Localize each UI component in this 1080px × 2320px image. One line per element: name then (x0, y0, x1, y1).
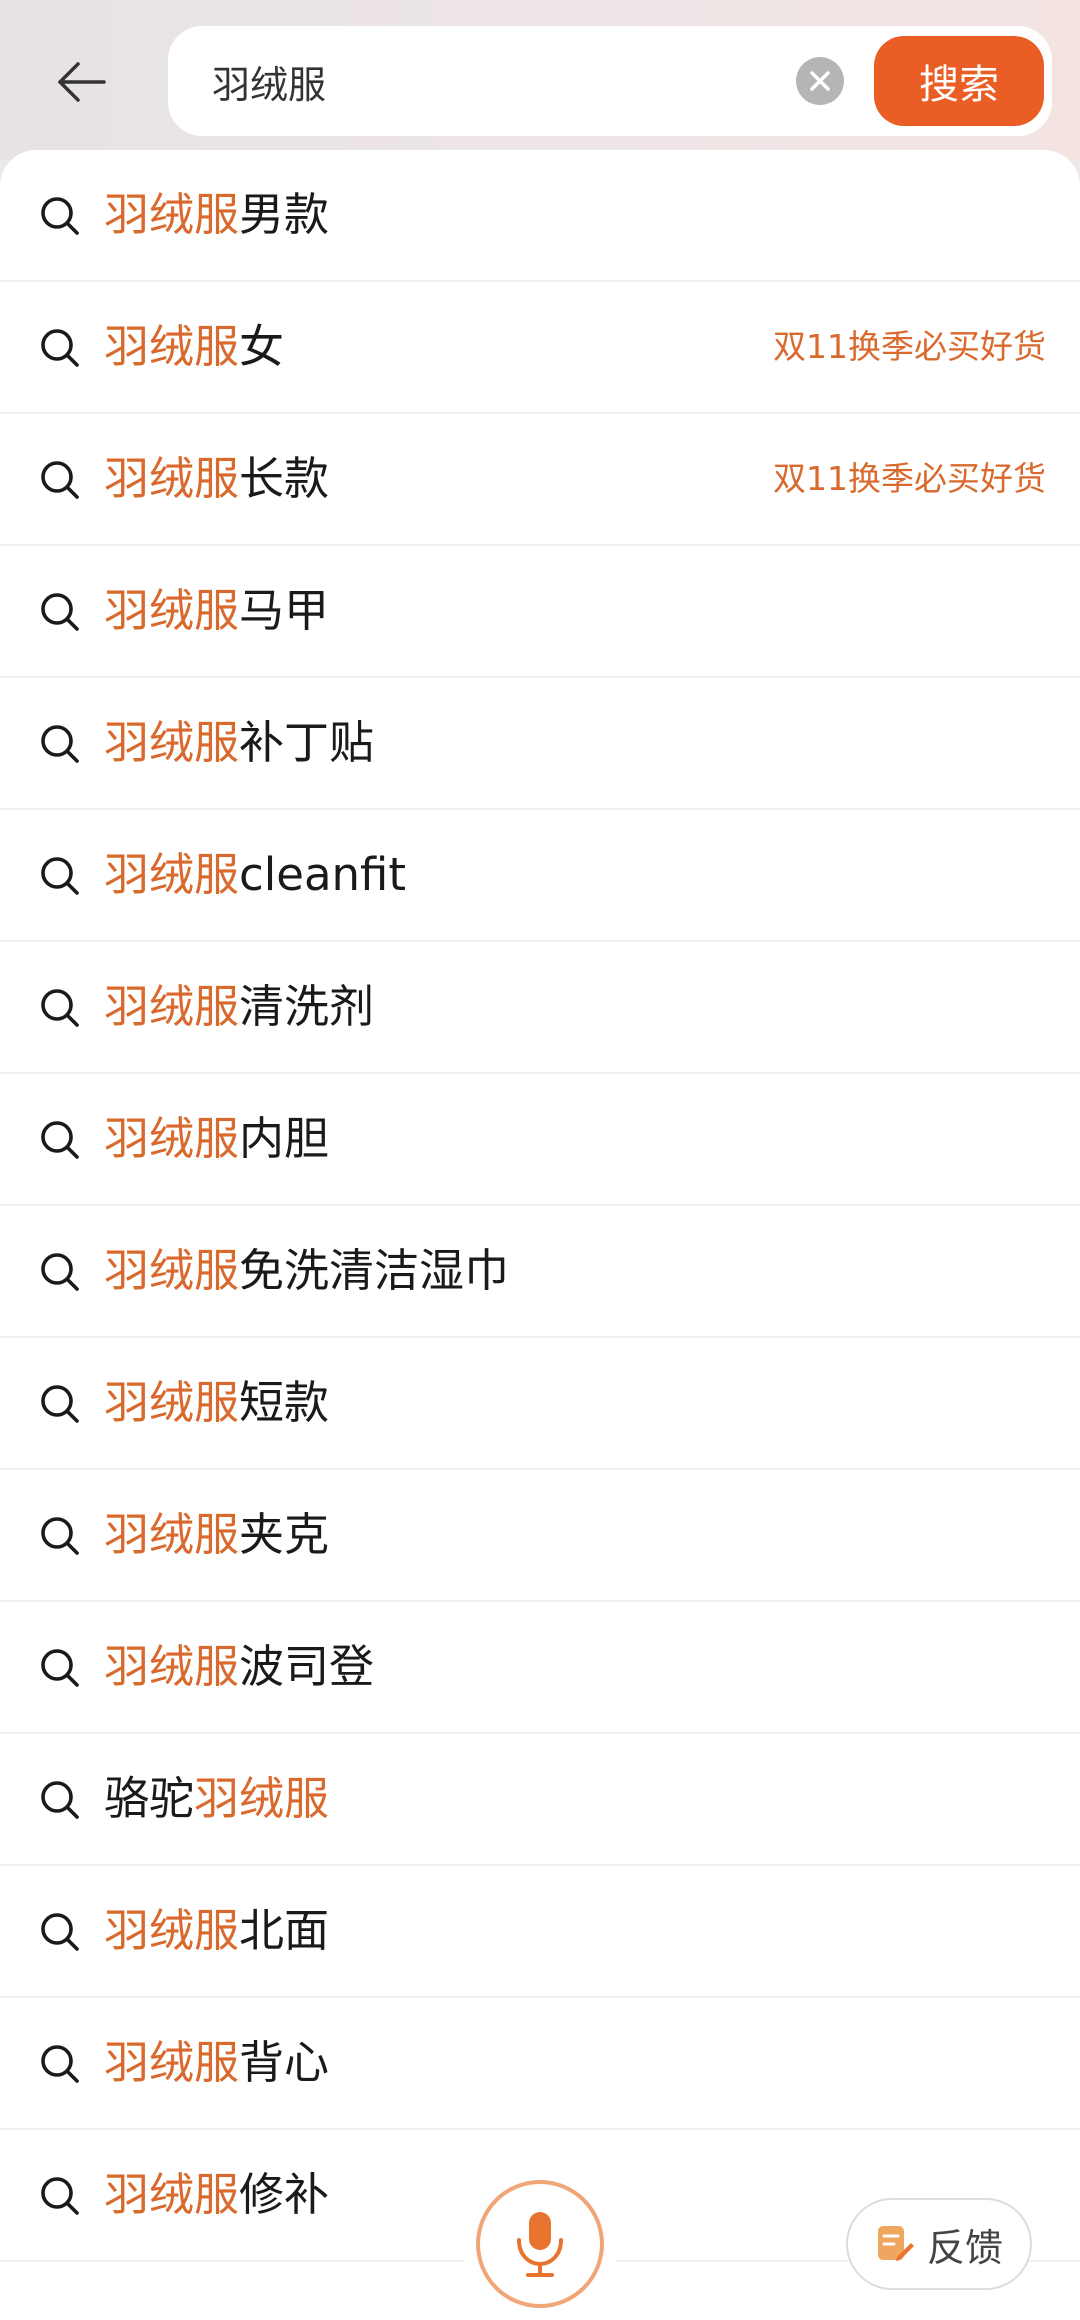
microphone-icon (517, 2212, 563, 2277)
suggestion-suffix: 短款 (239, 1376, 330, 1429)
suggestion-suffix: 内胆 (239, 1112, 330, 1165)
suggestion-highlight: 羽绒服 (104, 1376, 240, 1429)
promo-tag: 双11换季必买好货 (773, 459, 1046, 498)
suggestion-highlight: 羽绒服 (104, 452, 240, 505)
suggestion-item[interactable]: 羽绒服女 双11换季必买好货 (0, 282, 1080, 414)
suggestion-suffix: 清洗剂 (239, 980, 375, 1033)
clear-button[interactable] (796, 57, 844, 105)
search-icon (38, 1382, 82, 1426)
suggestion-item[interactable]: 羽绒服cleanfit (0, 810, 1080, 942)
suggestion-item[interactable]: 羽绒服波司登 (0, 1602, 1080, 1734)
suggestion-item[interactable]: 羽绒服夹克 (0, 1470, 1080, 1602)
suggestion-suffix: 北面 (239, 1904, 330, 1957)
search-icon (38, 326, 82, 370)
voice-search-button[interactable] (476, 2180, 604, 2308)
suggestion-highlight: 羽绒服 (104, 848, 240, 901)
search-icon (38, 1118, 82, 1162)
search-icon (38, 2042, 82, 2086)
search-icon (38, 986, 82, 1030)
suggestion-suffix: 修补 (239, 2168, 330, 2221)
search-icon (38, 2174, 82, 2218)
search-icon (38, 722, 82, 766)
suggestion-suffix: 男款 (239, 188, 330, 241)
suggestion-highlight: 羽绒服 (104, 1244, 240, 1297)
suggestion-text: 羽绒服女 (104, 281, 284, 413)
suggestion-text: 羽绒服补丁贴 (104, 677, 374, 809)
suggestion-item[interactable]: 羽绒服清洗剂 (0, 942, 1080, 1074)
top-bar: 搜索 (0, 0, 1080, 160)
suggestion-text: 羽绒服长款 (104, 413, 329, 545)
suggestion-suffix: 免洗清洁湿巾 (239, 1244, 510, 1297)
suggestion-text: 骆驼羽绒服 (104, 1733, 329, 1865)
suggestion-text: 羽绒服免洗清洁湿巾 (104, 1205, 509, 1337)
suggestion-item[interactable]: 羽绒服免洗清洁湿巾 (0, 1206, 1080, 1338)
suggestion-item[interactable]: 羽绒服男款 (0, 150, 1080, 282)
suggestion-suffix: 马甲 (239, 584, 330, 637)
suggestion-suffix: 补丁贴 (239, 716, 375, 769)
back-button[interactable] (50, 50, 114, 114)
suggestion-text: 羽绒服马甲 (104, 545, 329, 677)
suggestion-highlight: 羽绒服 (104, 1508, 240, 1561)
search-icon (38, 1910, 82, 1954)
suggestion-highlight: 羽绒服 (104, 2168, 240, 2221)
search-box: 搜索 (168, 26, 1052, 136)
promo-tag: 双11换季必买好货 (773, 327, 1046, 366)
suggestion-highlight: 羽绒服 (104, 1112, 240, 1165)
suggestion-list: 羽绒服男款 羽绒服女 双11换季必买好货 羽绒服长款 双11换季必买好货 羽绒服马甲 羽绒服… (0, 150, 1080, 2262)
suggestion-text: 羽绒服cleanfit (104, 809, 406, 941)
search-input[interactable] (212, 26, 772, 136)
feedback-button[interactable]: 反馈 (846, 2198, 1032, 2290)
suggestion-text: 羽绒服夹克 (104, 1469, 329, 1601)
suggestion-highlight: 羽绒服 (104, 320, 240, 373)
suggestion-item[interactable]: 羽绒服背心 (0, 1998, 1080, 2130)
clear-icon (810, 71, 830, 91)
suggestion-suffix: 长款 (239, 452, 330, 505)
feedback-icon (877, 2226, 914, 2261)
suggestion-suffix: 波司登 (239, 1640, 375, 1693)
suggestion-text: 羽绒服内胆 (104, 1073, 329, 1205)
suggestion-item[interactable]: 羽绒服北面 (0, 1866, 1080, 1998)
suggestion-suffix: 女 (239, 320, 285, 373)
suggestion-prefix: 骆驼 (104, 1772, 195, 1825)
suggestion-text: 羽绒服背心 (104, 1997, 329, 2129)
suggestion-item[interactable]: 羽绒服短款 (0, 1338, 1080, 1470)
suggestion-item[interactable]: 羽绒服马甲 (0, 546, 1080, 678)
arrow-left-icon (58, 62, 106, 102)
search-icon (38, 1778, 82, 1822)
suggestion-panel: 羽绒服男款 羽绒服女 双11换季必买好货 羽绒服长款 双11换季必买好货 羽绒服马甲 羽绒服… (0, 150, 1080, 2320)
suggestion-item[interactable]: 羽绒服内胆 (0, 1074, 1080, 1206)
suggestion-highlight: 羽绒服 (104, 716, 240, 769)
suggestion-text: 羽绒服波司登 (104, 1601, 374, 1733)
search-icon (38, 854, 82, 898)
suggestion-suffix: cleanfit (239, 848, 407, 901)
suggestion-highlight: 羽绒服 (104, 980, 240, 1033)
suggestion-text: 羽绒服修补 (104, 2129, 329, 2261)
suggestion-highlight: 羽绒服 (104, 1640, 240, 1693)
suggestion-text: 羽绒服清洗剂 (104, 941, 374, 1073)
search-icon (38, 1250, 82, 1294)
suggestion-text: 羽绒服短款 (104, 1337, 329, 1469)
search-icon (38, 1646, 82, 1690)
feedback-label: 反馈 (926, 2225, 1003, 2270)
suggestion-highlight: 羽绒服 (104, 2036, 240, 2089)
suggestion-suffix: 夹克 (239, 1508, 330, 1561)
suggestion-text: 羽绒服北面 (104, 1865, 329, 1997)
search-icon (38, 458, 82, 502)
suggestion-suffix: 背心 (239, 2036, 330, 2089)
suggestion-highlight: 羽绒服 (194, 1772, 330, 1825)
suggestion-highlight: 羽绒服 (104, 584, 240, 637)
search-icon (38, 1514, 82, 1558)
suggestion-text: 羽绒服男款 (104, 150, 329, 281)
suggestion-item[interactable]: 骆驼羽绒服 (0, 1734, 1080, 1866)
suggestion-highlight: 羽绒服 (104, 1904, 240, 1957)
search-button[interactable]: 搜索 (874, 36, 1044, 126)
search-icon (38, 194, 82, 238)
search-icon (38, 590, 82, 634)
suggestion-item[interactable]: 羽绒服补丁贴 (0, 678, 1080, 810)
suggestion-highlight: 羽绒服 (104, 188, 240, 241)
suggestion-item[interactable]: 羽绒服长款 双11换季必买好货 (0, 414, 1080, 546)
